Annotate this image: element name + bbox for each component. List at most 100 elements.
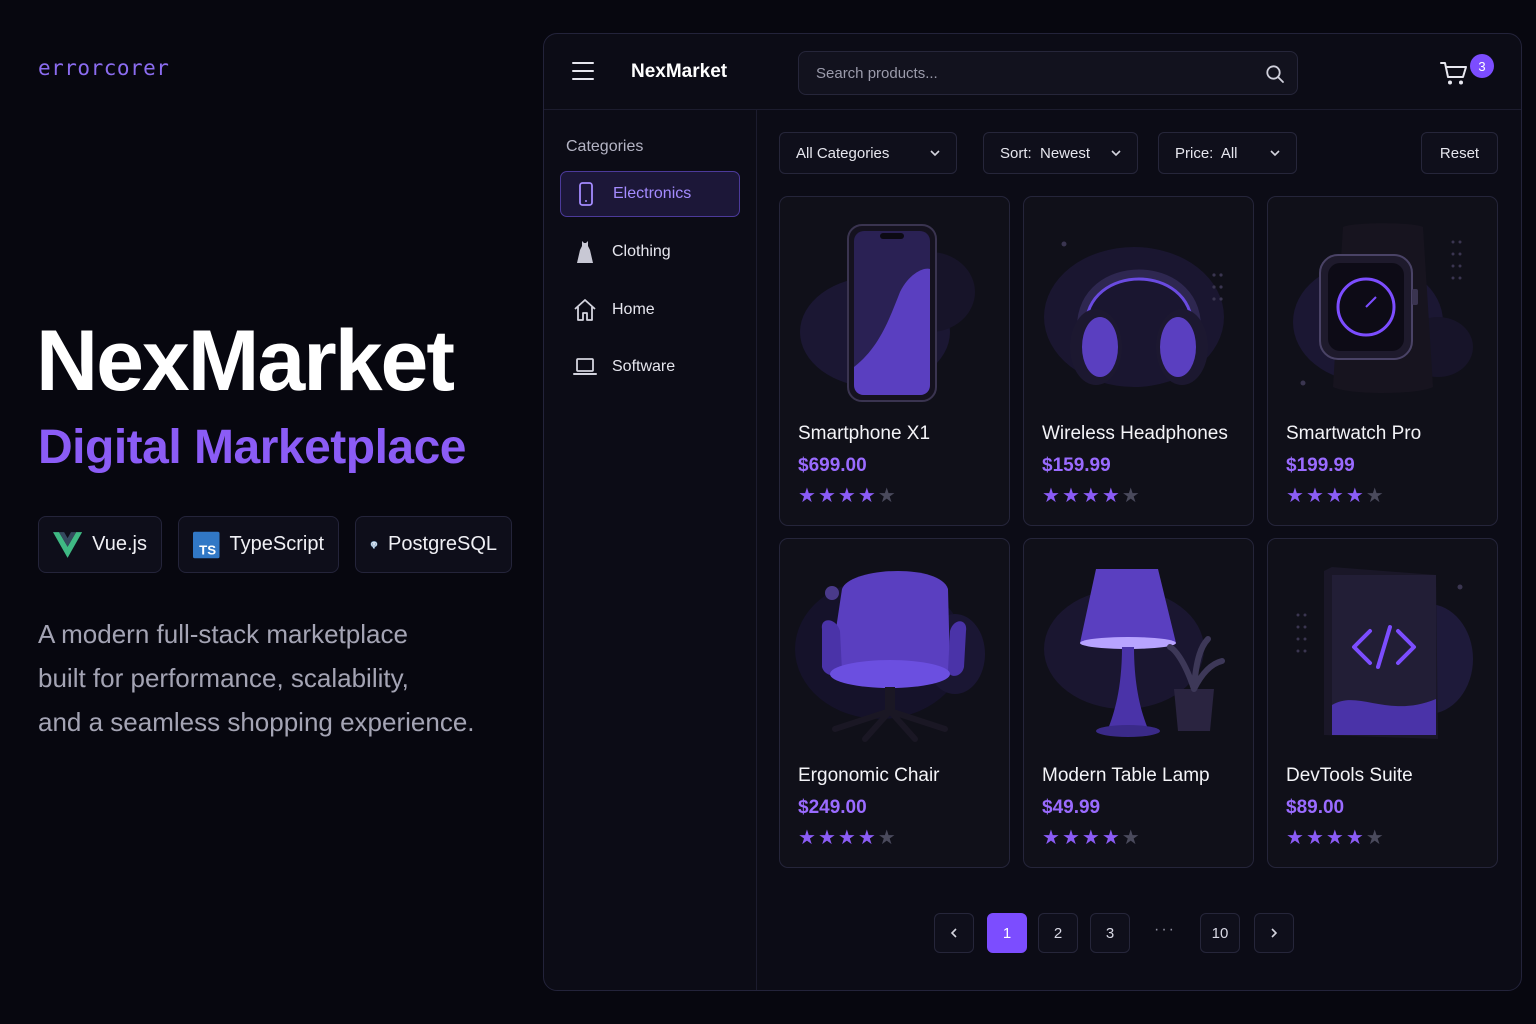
search-icon[interactable]: [1265, 64, 1285, 84]
tech-label: PostgreSQL: [388, 533, 497, 555]
tech-label: Vue.js: [92, 533, 147, 555]
star-filled-icon: ★: [837, 827, 856, 849]
product-card-smartphone[interactable]: Smartphone X1 $699.00 ★ ★ ★ ★ ★: [779, 196, 1010, 526]
product-price: $249.00: [798, 797, 867, 818]
previous-page-button[interactable]: [934, 913, 974, 953]
product-price: $89.00: [1286, 797, 1345, 818]
product-price: $199.99: [1286, 455, 1355, 476]
smartphone-icon: [579, 182, 593, 206]
page-button-1[interactable]: 1: [987, 913, 1027, 953]
smartwatch-product-image: [1293, 223, 1473, 393]
app-window: NexMarket 3 Categories Electronics: [543, 33, 1522, 991]
star-filled-icon: ★: [1081, 485, 1100, 507]
price-filter-dropdown[interactable]: Price: All: [1158, 132, 1297, 174]
product-card-chair[interactable]: Ergonomic Chair $249.00 ★ ★ ★ ★ ★: [779, 538, 1010, 868]
star-filled-icon: ★: [837, 485, 856, 507]
sidebar-title: Categories: [566, 138, 644, 155]
product-rating: ★ ★ ★ ★ ★: [1042, 485, 1140, 507]
star-filled-icon: ★: [817, 485, 836, 507]
description-line: and a seamless shopping experience.: [38, 707, 475, 737]
product-card-devtools[interactable]: DevTools Suite $89.00 ★ ★ ★ ★ ★: [1267, 538, 1498, 868]
tech-badge-postgresql: PostgreSQL: [355, 516, 512, 573]
product-card-smartwatch[interactable]: Smartwatch Pro $199.99 ★ ★ ★ ★ ★: [1267, 196, 1498, 526]
sidebar-item-label: Home: [612, 301, 655, 318]
cart-count-badge: 3: [1470, 54, 1494, 78]
star-filled-icon: ★: [798, 485, 816, 507]
sidebar-item-home[interactable]: Home: [560, 287, 740, 333]
star-filled-icon: ★: [798, 827, 816, 849]
category-sidebar: Categories Electronics Clothing Home Sof…: [544, 110, 757, 990]
software-box-product-image: [1296, 567, 1473, 739]
dress-icon: [577, 241, 593, 263]
brand-wordmark: errorcorer: [38, 56, 170, 80]
top-bar: NexMarket 3: [544, 34, 1521, 110]
chair-product-image: [795, 570, 985, 742]
product-card-lamp[interactable]: Modern Table Lamp $49.99 ★ ★ ★ ★ ★: [1023, 538, 1254, 868]
star-filled-icon: ★: [1305, 827, 1324, 849]
star-filled-icon: ★: [1061, 827, 1080, 849]
product-price: $49.99: [1042, 797, 1101, 818]
page-button-2[interactable]: 2: [1038, 913, 1078, 953]
product-rating: ★ ★ ★ ★ ★: [1042, 827, 1140, 849]
product-rating: ★ ★ ★ ★ ★: [1286, 827, 1384, 849]
house-icon: [574, 299, 596, 321]
star-empty-icon: ★: [1365, 485, 1384, 507]
product-card-headphones[interactable]: Wireless Headphones $159.99 ★ ★ ★ ★ ★: [1023, 196, 1254, 526]
next-page-button[interactable]: [1254, 913, 1294, 953]
product-rating: ★ ★ ★ ★ ★: [1286, 485, 1384, 507]
tech-badge-vue: Vue.js: [38, 516, 162, 573]
sidebar-item-electronics[interactable]: Electronics: [560, 171, 740, 217]
sidebar-item-software[interactable]: Software: [560, 344, 740, 390]
product-rating: ★ ★ ★ ★ ★: [798, 827, 896, 849]
page-button-10[interactable]: 10: [1200, 913, 1240, 953]
product-price: $159.99: [1042, 455, 1111, 476]
sidebar-item-label: Software: [612, 358, 676, 375]
star-empty-icon: ★: [877, 485, 896, 507]
tech-badge-typescript: TS TypeScript: [178, 516, 339, 573]
tech-stack: Vue.js TS TypeScript PostgreSQL: [38, 516, 512, 573]
star-filled-icon: ★: [1286, 485, 1304, 507]
star-filled-icon: ★: [1042, 827, 1060, 849]
star-empty-icon: ★: [1365, 827, 1384, 849]
headphones-product-image: [1044, 241, 1224, 387]
smartphone-product-image: [800, 224, 975, 402]
category-filter-dropdown[interactable]: All Categories: [779, 132, 957, 174]
reset-filters-button[interactable]: Reset: [1421, 132, 1498, 174]
app-title: NexMarket: [631, 61, 728, 82]
hamburger-menu-icon[interactable]: [572, 62, 594, 82]
page-button-3[interactable]: 3: [1090, 913, 1130, 953]
sort-dropdown[interactable]: Sort: Newest: [983, 132, 1138, 174]
typescript-icon: TS: [193, 531, 220, 558]
star-filled-icon: ★: [857, 827, 876, 849]
star-filled-icon: ★: [817, 827, 836, 849]
sidebar-item-clothing[interactable]: Clothing: [560, 229, 740, 275]
product-name: Smartphone X1: [798, 423, 931, 444]
hero-subtitle: Digital Marketplace: [38, 421, 466, 474]
search-input[interactable]: [799, 52, 1297, 94]
pagination-ellipsis: ···: [1154, 921, 1176, 938]
star-filled-icon: ★: [1061, 485, 1080, 507]
star-filled-icon: ★: [1345, 827, 1364, 849]
star-filled-icon: ★: [1345, 485, 1364, 507]
star-empty-icon: ★: [877, 827, 896, 849]
product-name: Smartwatch Pro: [1286, 423, 1422, 444]
star-empty-icon: ★: [1121, 827, 1140, 849]
shopping-cart-icon[interactable]: [1439, 58, 1469, 88]
lamp-product-image: [1044, 569, 1225, 737]
search-bar: [798, 51, 1298, 95]
dropdown-value: All Categories: [796, 144, 890, 162]
star-filled-icon: ★: [1286, 827, 1304, 849]
pagination: 1 2 3 ··· 10: [544, 913, 1521, 953]
dropdown-value: Price: All: [1175, 144, 1238, 162]
star-empty-icon: ★: [1121, 485, 1140, 507]
star-filled-icon: ★: [1305, 485, 1324, 507]
star-filled-icon: ★: [1042, 485, 1060, 507]
star-filled-icon: ★: [1325, 827, 1344, 849]
chevron-right-icon: [1271, 928, 1278, 938]
product-rating: ★ ★ ★ ★ ★: [798, 485, 896, 507]
product-name: Ergonomic Chair: [798, 765, 940, 786]
hero-description: A modern full-stack marketplace built fo…: [38, 612, 498, 744]
sidebar-item-label: Electronics: [613, 185, 692, 202]
product-name: Modern Table Lamp: [1042, 765, 1210, 786]
star-filled-icon: ★: [1325, 485, 1344, 507]
